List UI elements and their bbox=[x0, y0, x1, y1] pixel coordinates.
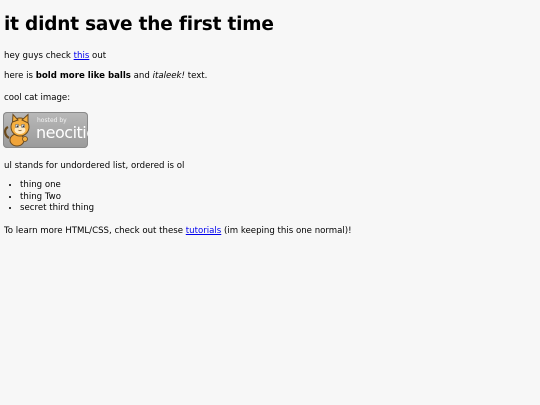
intro-text-after: out bbox=[89, 51, 107, 61]
neocities-badge-image: hosted by neocities bbox=[3, 112, 88, 148]
tutorials-link[interactable]: tutorials bbox=[186, 226, 222, 236]
list-item: secret third thing bbox=[20, 203, 94, 215]
formatting-text-after: text. bbox=[184, 71, 208, 81]
unordered-list: thing one thing Two secret third thing bbox=[4, 180, 94, 215]
page: it didnt save the first time hey guys ch… bbox=[0, 0, 540, 405]
formatting-paragraph: here is bold more like balls and italeek… bbox=[4, 70, 207, 82]
this-link[interactable]: this bbox=[74, 51, 90, 61]
footer-paragraph: To learn more HTML/CSS, check out these … bbox=[4, 225, 352, 237]
list-intro: ul stands for undordered list, ordered i… bbox=[4, 161, 185, 171]
formatting-text-middle: and bbox=[130, 71, 153, 81]
footer-text-after: (im keeping this one normal)! bbox=[221, 226, 352, 236]
image-caption: cool cat image: bbox=[4, 93, 71, 103]
footer-text-before: To learn more HTML/CSS, check out these bbox=[4, 226, 186, 236]
intro-text-before: hey guys check bbox=[4, 51, 74, 61]
formatting-text-before: here is bbox=[4, 71, 36, 81]
cat-mascot-icon bbox=[4, 113, 30, 147]
page-heading: it didnt save the first time bbox=[4, 14, 274, 35]
list-item: thing Two bbox=[20, 192, 94, 204]
badge-brand-text: neocities bbox=[36, 123, 88, 142]
italic-text: italeek! bbox=[152, 71, 185, 81]
intro-paragraph: hey guys check this out bbox=[4, 50, 106, 62]
bold-text: bold more like balls bbox=[35, 71, 131, 81]
list-item: thing one bbox=[20, 180, 94, 192]
